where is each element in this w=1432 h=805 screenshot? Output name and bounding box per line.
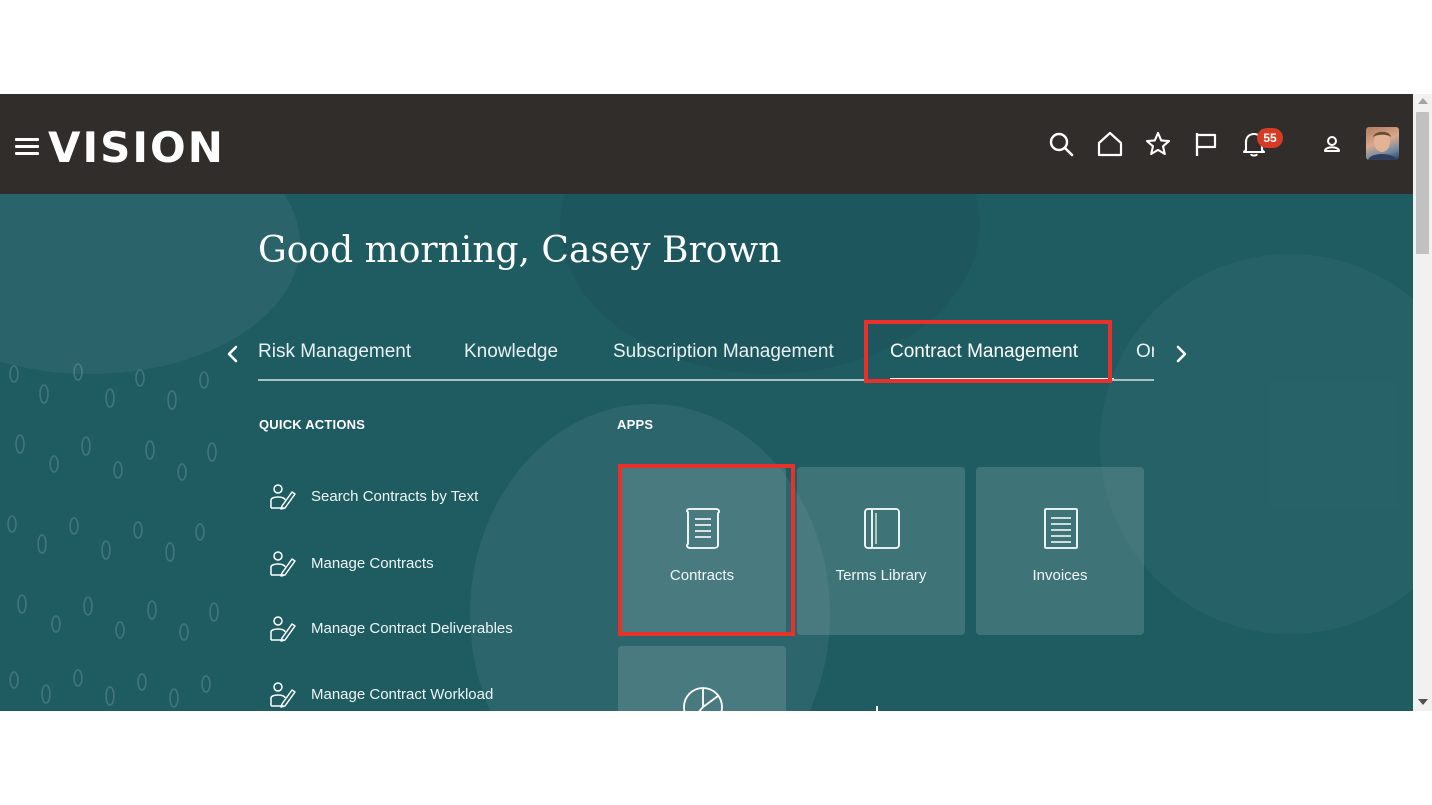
hamburger-line	[15, 152, 39, 155]
greeting-heading: Good morning, Casey Brown	[258, 230, 782, 271]
quick-action-label: Manage Contracts	[311, 555, 434, 572]
hamburger-line	[15, 138, 39, 141]
background-shape	[0, 194, 300, 374]
tab-knowledge[interactable]: Knowledge	[464, 341, 558, 363]
notifications-count-badge: 55	[1257, 128, 1283, 148]
favorites-star-icon[interactable]	[1144, 130, 1172, 158]
invoice-icon	[1044, 508, 1078, 549]
app-tile-analytics[interactable]	[618, 646, 786, 711]
scroll-document-icon	[686, 508, 720, 549]
home-icon[interactable]	[1096, 130, 1124, 158]
springboard-tabs: Risk Management Knowledge Subscription M…	[258, 337, 1154, 381]
browser-viewport: VISION 55 Good morning, Casey Brown Risk…	[0, 94, 1432, 711]
welcome-springboard: Good morning, Casey Brown Risk Managemen…	[0, 194, 1413, 711]
user-avatar[interactable]	[1366, 127, 1399, 160]
tab-overflow-partial[interactable]: Or	[1136, 341, 1154, 363]
navigator-menu-button[interactable]	[15, 138, 39, 158]
scroll-up-arrow-icon[interactable]	[1418, 98, 1428, 104]
app-tile-label: Invoices	[1032, 567, 1088, 584]
person-edit-icon	[270, 682, 296, 708]
quick-action-label: Manage Contract Deliverables	[311, 620, 513, 637]
tab-risk-management[interactable]: Risk Management	[258, 341, 411, 363]
user-menu-icon[interactable]	[1318, 130, 1344, 158]
tabs-scroll-left-button[interactable]	[221, 342, 245, 366]
app-tile-label: Terms Library	[835, 567, 927, 584]
tab-contract-management[interactable]: Contract Management	[890, 341, 1078, 363]
scroll-thumb[interactable]	[1416, 112, 1429, 254]
tab-subscription-management[interactable]: Subscription Management	[613, 341, 834, 363]
background-shape	[1100, 254, 1413, 634]
active-tab-underline	[890, 378, 1114, 379]
apps-heading: APPS	[617, 417, 654, 432]
pie-chart-icon	[683, 687, 723, 711]
global-header: VISION 55	[0, 94, 1413, 194]
person-edit-icon	[270, 616, 296, 642]
app-tile-invoices[interactable]: Invoices	[976, 467, 1144, 635]
quick-action-label: Manage Contract Workload	[311, 686, 494, 703]
app-tile-label: Contracts	[669, 567, 735, 584]
add-app-plus-icon[interactable]	[870, 704, 884, 711]
person-edit-icon	[270, 551, 296, 577]
quick-action-label: Search Contracts by Text	[311, 488, 479, 505]
scroll-down-arrow-icon[interactable]	[1418, 699, 1428, 705]
quick-actions-heading: QUICK ACTIONS	[259, 417, 366, 432]
hamburger-line	[15, 145, 39, 148]
vision-logo[interactable]: VISION	[48, 120, 225, 176]
flag-icon[interactable]	[1192, 130, 1220, 158]
background-dots-pattern	[7, 363, 219, 708]
book-icon	[864, 508, 900, 549]
search-icon[interactable]	[1047, 130, 1075, 158]
person-edit-icon	[270, 484, 296, 510]
tabs-scroll-right-button[interactable]	[1169, 342, 1193, 366]
app-tile-terms-library[interactable]: Terms Library	[797, 467, 965, 635]
app-tile-contracts[interactable]: Contracts	[618, 467, 786, 635]
page-scrollbar[interactable]	[1413, 94, 1432, 711]
